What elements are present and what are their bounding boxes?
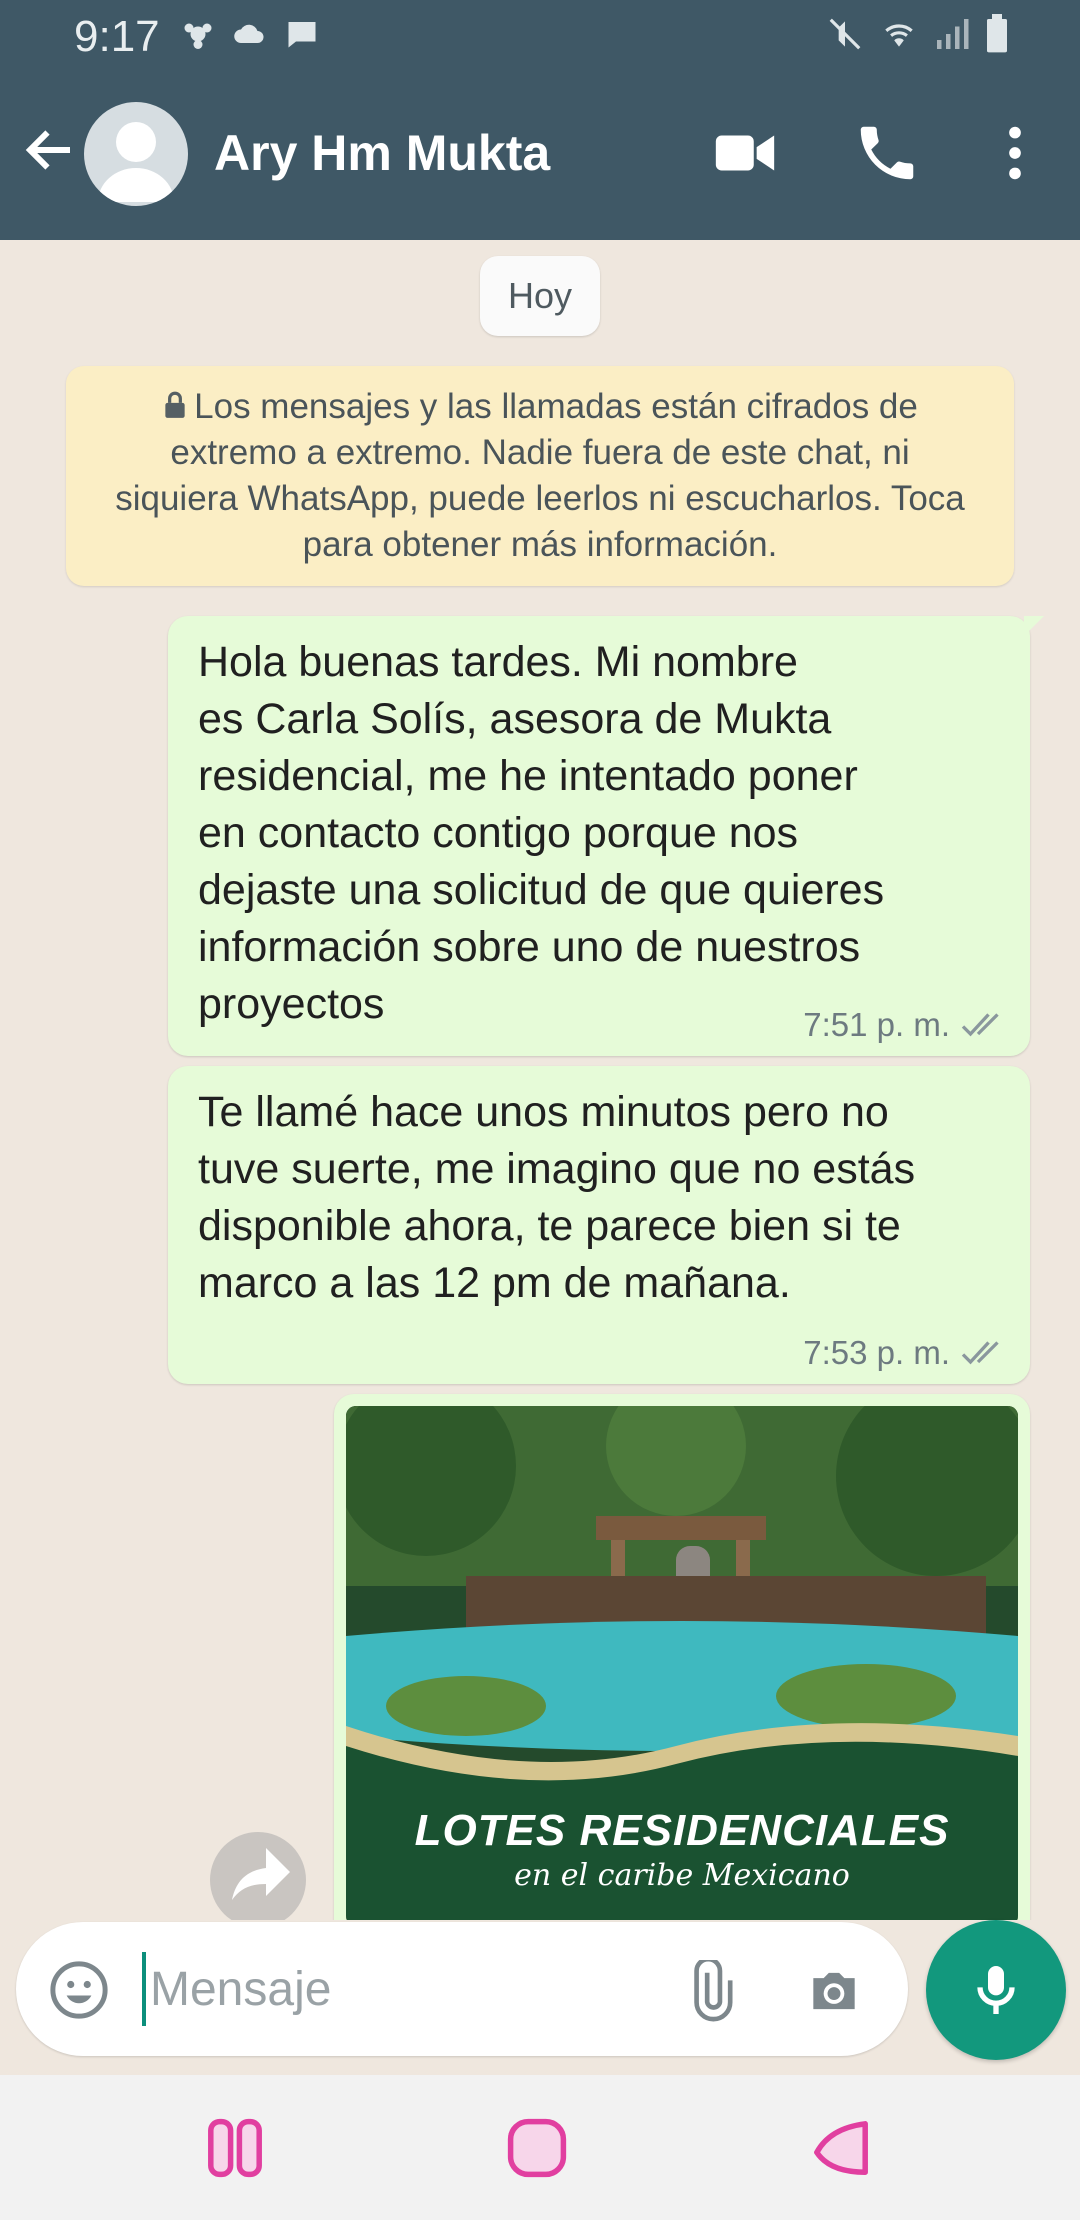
system-icons (826, 14, 1010, 54)
phone-icon[interactable] (852, 118, 922, 188)
flower-icon (184, 23, 212, 49)
voice-message-button[interactable] (926, 1920, 1066, 2060)
message-text: Te llamé hace unos minutos pero no tuve … (198, 1088, 916, 1307)
promo-image[interactable]: LOTES RESIDENCIALES en el caribe Mexican… (346, 1406, 1018, 1920)
recent-apps-icon[interactable] (200, 2115, 270, 2181)
back-arrow-icon[interactable] (20, 120, 80, 180)
message-icon (288, 22, 316, 48)
camera-icon[interactable] (802, 1960, 866, 2022)
message-input[interactable] (142, 1952, 662, 2026)
composer-bar (0, 1920, 1080, 2075)
system-nav-bar (0, 2075, 1080, 2220)
attach-icon[interactable] (678, 1960, 740, 2022)
double-check-icon (961, 1341, 999, 1365)
message-field[interactable] (16, 1922, 908, 2056)
notification-icons (180, 16, 320, 52)
message-meta: 7:53 p. m. (803, 1334, 1008, 1372)
wifi-icon (885, 24, 913, 47)
mute-icon (829, 18, 861, 50)
home-icon[interactable] (502, 2115, 572, 2181)
forward-icon (232, 1848, 290, 1900)
message-meta: 7:51 p. m. (803, 1006, 1008, 1044)
mic-icon (977, 1966, 1015, 2014)
message-bubble[interactable]: Te llamé hace unos minutos pero no tuve … (168, 1066, 1030, 1384)
emoji-icon[interactable] (46, 1957, 112, 2023)
top-bar: 9:17 Ary Hm Mukta (0, 0, 1080, 240)
date-chip: Hoy (480, 256, 600, 336)
chat-header: Ary Hm Mukta (0, 72, 1080, 240)
lock-icon (165, 391, 185, 418)
battery-icon (987, 14, 1007, 53)
back-nav-icon[interactable] (806, 2115, 876, 2181)
status-bar: 9:17 (0, 0, 1080, 72)
encryption-notice[interactable]: Los mensajes y las llamadas están cifrad… (66, 366, 1014, 586)
avatar[interactable] (84, 102, 188, 206)
chat-area[interactable]: Hoy Los mensajes y las llamadas están ci… (0, 240, 1080, 1920)
message-bubble[interactable]: Hola buenas tardes. Mi nombre es Carla S… (168, 616, 1044, 1056)
encryption-text: Los mensajes y las llamadas están cifrad… (115, 387, 965, 564)
promo-title: LOTES RESIDENCIALES (414, 1806, 950, 1855)
image-message[interactable]: LOTES RESIDENCIALES en el caribe Mexican… (334, 1394, 1030, 1920)
double-check-icon (961, 1013, 999, 1037)
more-vert-icon[interactable] (980, 118, 1050, 188)
forward-button[interactable] (210, 1832, 306, 1920)
signal-icon (937, 19, 969, 49)
message-text: Hola buenas tardes. Mi nombre es Carla S… (198, 638, 885, 1028)
cloud-icon (234, 24, 264, 43)
promo-subtitle: en el caribe Mexicano (514, 1858, 850, 1893)
message-time: 7:51 p. m. (803, 1006, 950, 1043)
status-time: 9:17 (74, 12, 160, 61)
video-call-icon[interactable] (710, 118, 780, 188)
message-time: 7:53 p. m. (803, 1334, 950, 1371)
contact-name[interactable]: Ary Hm Mukta (214, 124, 550, 182)
